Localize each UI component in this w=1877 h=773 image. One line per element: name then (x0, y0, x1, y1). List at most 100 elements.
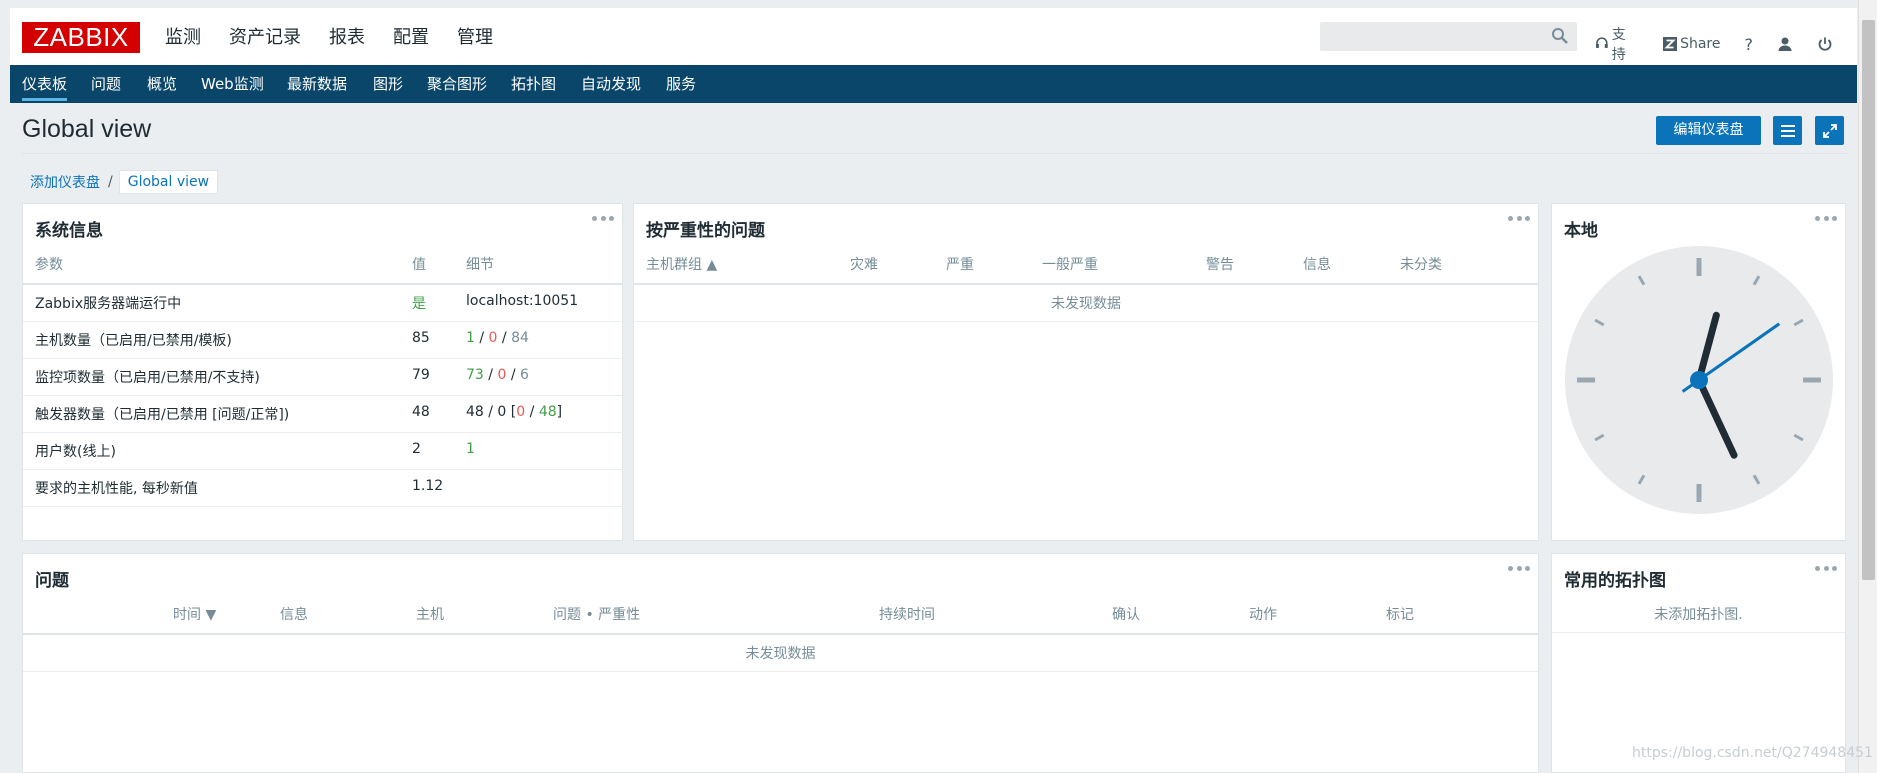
table-header-rule (23, 633, 1538, 635)
hosts-enabled: 1 (466, 330, 475, 346)
submenu-screens[interactable]: 聚合图形 (427, 65, 487, 103)
submenu-web[interactable]: Web监测 (201, 65, 264, 103)
separator: / (525, 404, 539, 420)
triggers-prefix: 48 / 0 [ (466, 404, 517, 420)
details-server-running: localhost:10051 (466, 293, 579, 309)
separator: / (483, 367, 498, 383)
column-header-disaster: 灾难 (850, 257, 878, 273)
column-header-time[interactable]: 时间 ▼ (173, 604, 216, 624)
scrollbar-thumb[interactable] (1862, 20, 1875, 580)
details-users: 1 (466, 441, 475, 457)
clock-center (1690, 371, 1708, 389)
column-header-problem-severity: 问题 • 严重性 (553, 607, 641, 623)
widget-menu-button[interactable] (592, 212, 614, 224)
submenu-maps[interactable]: 拓扑图 (511, 65, 556, 103)
support-label: 支持 (1611, 27, 1626, 63)
widget-menu-button[interactable] (1815, 212, 1837, 224)
watermark: https://blog.csdn.net/Q274948451 (1632, 745, 1873, 761)
column-header-tags: 标记 (1386, 607, 1414, 623)
header-divider (22, 153, 1848, 154)
value-items: 79 (412, 367, 430, 383)
widget-title: 按严重性的问题 (646, 221, 765, 241)
analog-clock (1565, 246, 1833, 514)
param-triggers: 触发器数量（已启用/已禁用 [问题/正常]) (35, 407, 290, 423)
menu-reports[interactable]: 报表 (329, 20, 365, 64)
power-icon (1818, 37, 1832, 51)
search-icon[interactable] (1551, 27, 1569, 45)
row-divider (23, 358, 622, 359)
triggers-ok: 48 (538, 404, 557, 420)
share-link[interactable]: Share (1663, 36, 1721, 52)
dashboard-actions-button[interactable] (1773, 116, 1802, 145)
column-header-value: 值 (412, 257, 426, 273)
submenu-graphs[interactable]: 图形 (373, 65, 403, 103)
hosts-templates: 84 (511, 330, 529, 346)
separator: / (506, 367, 520, 383)
favourite-maps-widget: 常用的拓扑图 未添加拓扑图. (1551, 553, 1846, 773)
widget-title: 问题 (35, 571, 69, 591)
widget-menu-button[interactable] (1508, 562, 1530, 574)
details-hosts: 1 / 0 / 84 (466, 330, 529, 346)
table-header-rule (634, 283, 1538, 285)
column-header-host-group[interactable]: 主机群组 ▲ (646, 254, 717, 274)
menu-inventory[interactable]: 资产记录 (229, 20, 301, 64)
help-icon: ? (1744, 34, 1754, 54)
sign-out-button[interactable] (1817, 36, 1833, 52)
main-menu: 监测 资产记录 报表 配置 管理 (165, 20, 521, 73)
submenu-latest-data[interactable]: 最新数据 (287, 65, 347, 103)
problems-widget: 问题 时间 ▼ 信息 主机 问题 • 严重性 持续时间 确认 动作 标记 未发现… (22, 553, 1539, 773)
menu-administration[interactable]: 管理 (457, 20, 493, 64)
value-triggers: 48 (412, 404, 430, 420)
problems-by-severity-widget: 按严重性的问题 主机群组 ▲ 灾难 严重 一般严重 警告 信息 未分类 未发现数… (633, 203, 1539, 541)
menu-icon (1780, 124, 1795, 137)
submenu-services[interactable]: 服务 (666, 65, 696, 103)
submenu-dashboard[interactable]: 仪表板 (22, 65, 68, 103)
breadcrumb-separator: / (108, 174, 113, 190)
sub-menu: 仪表板 问题 概览 Web监测 最新数据 图形 聚合图形 拓扑图 自动发现 服务 (10, 65, 1857, 103)
column-header-param: 参数 (35, 257, 63, 273)
value-server-running: 是 (412, 296, 426, 312)
user-icon (1778, 37, 1792, 51)
value-performance: 1.12 (412, 478, 444, 494)
triggers-suffix: ] (556, 404, 563, 420)
row-divider (23, 506, 622, 507)
param-hosts: 主机数量（已启用/已禁用/模板) (35, 333, 232, 349)
column-header-details: 细节 (466, 257, 494, 273)
submenu-overview[interactable]: 概览 (147, 65, 177, 103)
help-link[interactable]: ? (1745, 35, 1754, 54)
submenu-discovery[interactable]: 自动发现 (581, 65, 641, 103)
row-divider (23, 432, 622, 433)
share-z-icon (1663, 37, 1678, 51)
menu-configuration[interactable]: 配置 (393, 20, 429, 64)
widget-title: 常用的拓扑图 (1564, 571, 1666, 591)
row-divider (23, 395, 622, 396)
column-header-duration: 持续时间 (879, 607, 935, 623)
row-divider (23, 671, 1538, 672)
user-profile-button[interactable] (1777, 36, 1793, 52)
headset-icon (1595, 37, 1608, 48)
column-header-host: 主机 (416, 607, 444, 623)
edit-dashboard-button[interactable]: 编辑仪表盘 (1656, 116, 1761, 145)
breadcrumb: 添加仪表盘 / Global view (22, 168, 219, 196)
column-header-not-classified: 未分类 (1400, 257, 1442, 273)
separator: / (474, 330, 489, 346)
row-divider (23, 321, 622, 322)
top-header: ZABBIX 监测 资产记录 报表 配置 管理 支持 Share ? (10, 8, 1857, 73)
param-users: 用户数(线上) (35, 444, 116, 460)
fullscreen-button[interactable] (1815, 116, 1844, 145)
breadcrumb-current[interactable]: Global view (118, 170, 219, 194)
page-scrollbar[interactable] (1858, 0, 1877, 773)
table-header-rule (23, 283, 622, 285)
no-data-message: 未发现数据 (745, 646, 816, 662)
items-enabled: 73 (466, 367, 484, 383)
widget-title: 本地 (1564, 221, 1598, 241)
search-input[interactable] (1320, 22, 1577, 51)
menu-monitoring[interactable]: 监测 (165, 20, 201, 73)
breadcrumb-dashboards[interactable]: 添加仪表盘 (22, 172, 108, 192)
support-link[interactable]: 支持 (1595, 24, 1639, 64)
widget-menu-button[interactable] (1508, 212, 1530, 224)
widget-menu-button[interactable] (1815, 562, 1837, 574)
value-hosts: 85 (412, 330, 430, 346)
submenu-problems[interactable]: 问题 (91, 65, 121, 103)
zabbix-logo[interactable]: ZABBIX (22, 22, 140, 53)
